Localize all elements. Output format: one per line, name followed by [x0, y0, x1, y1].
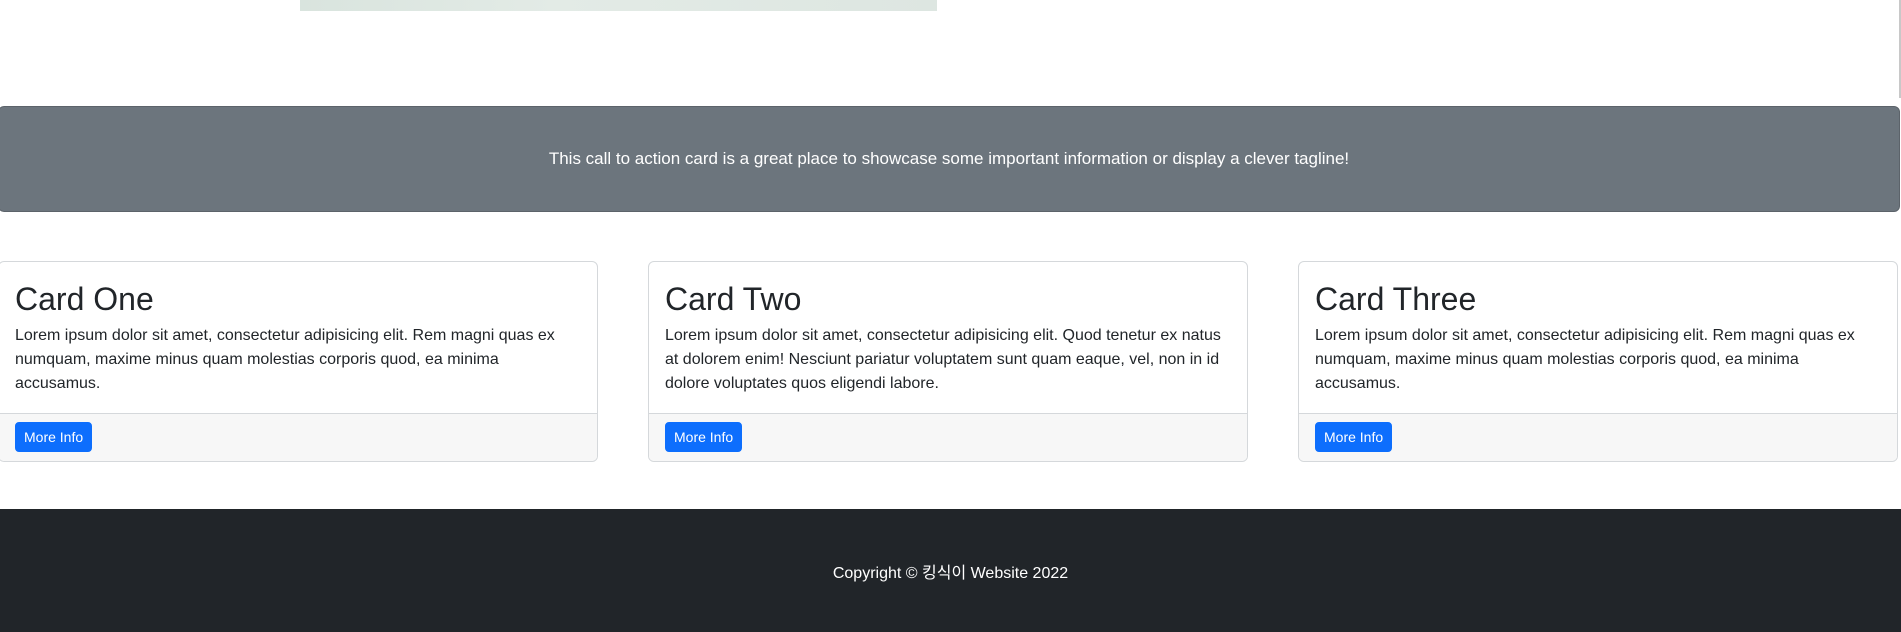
- site-footer: Copyright © 킹식이 Website 2022: [0, 509, 1901, 632]
- card-text: Lorem ipsum dolor sit amet, consectetur …: [1315, 327, 1855, 393]
- more-info-button[interactable]: More Info: [15, 422, 93, 452]
- card-two: Card Two Lorem ipsum dolor sit amet, con…: [648, 261, 1248, 462]
- card-footer: More Info: [649, 413, 1247, 461]
- more-info-button[interactable]: More Info: [1315, 422, 1393, 452]
- copyright-text: Copyright © 킹식이 Website 2022: [832, 564, 1069, 582]
- card-body: Card Three Lorem ipsum dolor sit amet, c…: [1299, 262, 1897, 414]
- card-one: Card One Lorem ipsum dolor sit amet, con…: [0, 261, 598, 462]
- card-title: Card Two: [665, 281, 802, 317]
- card-footer: More Info: [0, 413, 597, 461]
- card-body: Card One Lorem ipsum dolor sit amet, con…: [0, 262, 597, 414]
- card-text: Lorem ipsum dolor sit amet, consectetur …: [665, 327, 1221, 393]
- card-text: Lorem ipsum dolor sit amet, consectetur …: [15, 327, 555, 393]
- card-body: Card Two Lorem ipsum dolor sit amet, con…: [649, 262, 1247, 414]
- card-title: Card One: [15, 281, 154, 317]
- hero-image: [300, 0, 937, 11]
- page: This call to action card is a great plac…: [0, 0, 1901, 632]
- cards-row: Card One Lorem ipsum dolor sit amet, con…: [0, 261, 1901, 462]
- card-title: Card Three: [1315, 281, 1477, 317]
- call-to-action-card: This call to action card is a great plac…: [0, 106, 1900, 212]
- more-info-button[interactable]: More Info: [665, 422, 743, 452]
- card-three: Card Three Lorem ipsum dolor sit amet, c…: [1298, 261, 1898, 462]
- call-to-action-text: This call to action card is a great plac…: [548, 149, 1350, 168]
- card-footer: More Info: [1299, 413, 1897, 461]
